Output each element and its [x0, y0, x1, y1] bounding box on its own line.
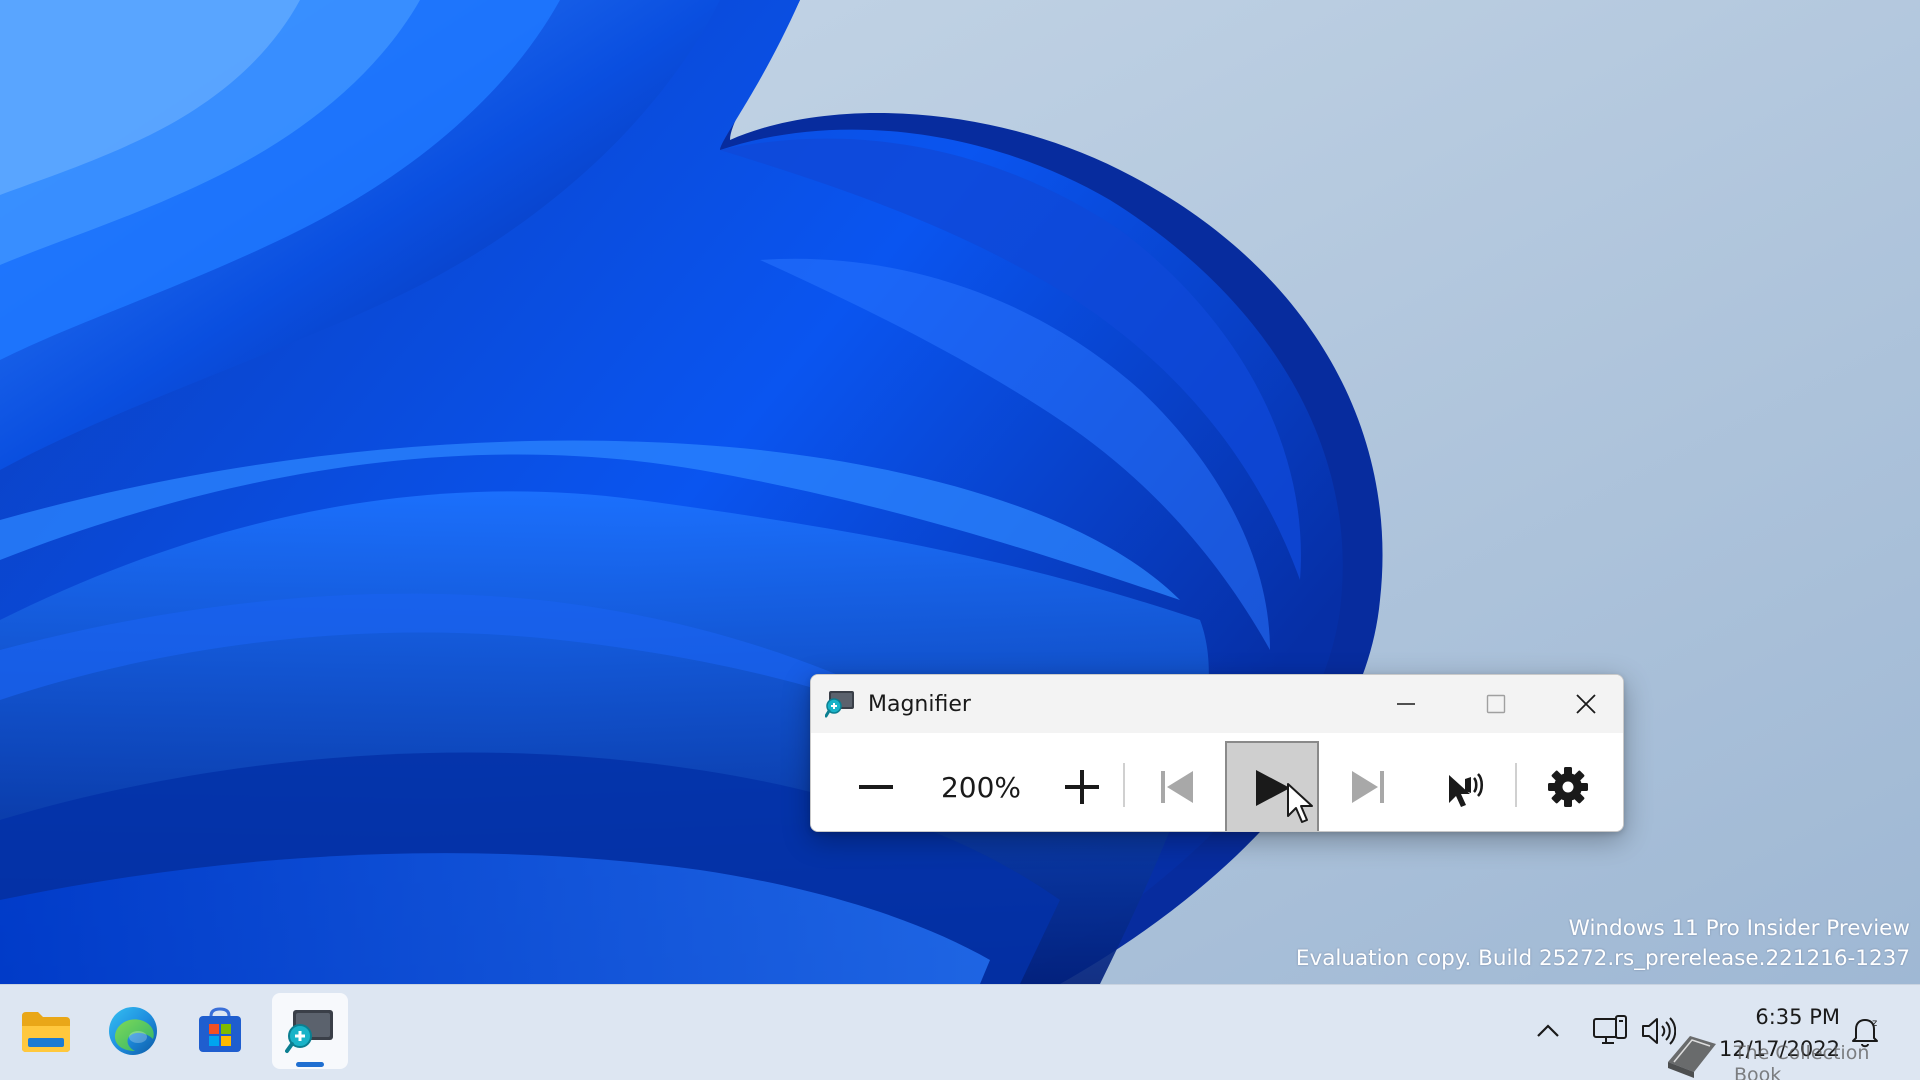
maximize-button[interactable]	[1452, 675, 1540, 733]
clock-time: 6:35 PM	[1755, 1005, 1840, 1029]
minimize-icon	[1397, 703, 1415, 705]
magnifier-toolbar: 200%	[811, 733, 1623, 831]
magnifier-titlebar[interactable]: Magnifier	[811, 675, 1623, 733]
skip-forward-icon	[1352, 771, 1384, 803]
store-icon	[199, 1007, 241, 1052]
read-next-button[interactable]	[1321, 741, 1415, 831]
folder-icon	[22, 1012, 70, 1052]
taskbar-store[interactable]	[182, 993, 258, 1069]
maximize-icon	[1486, 694, 1506, 714]
zoom-in-button[interactable]	[1035, 741, 1129, 831]
taskbar-file-explorer[interactable]	[8, 993, 84, 1069]
mouse-pointer-icon	[1287, 783, 1313, 823]
network-button[interactable]	[1588, 1009, 1632, 1053]
close-button[interactable]	[1542, 675, 1623, 733]
show-hidden-icons-button[interactable]	[1526, 1009, 1570, 1053]
chevron-up-icon	[1537, 1024, 1559, 1037]
magnifier-window: Magnifier 200%	[810, 674, 1624, 832]
magnifier-app-icon	[824, 690, 855, 718]
settings-button[interactable]	[1521, 741, 1615, 831]
plus-icon	[1065, 770, 1099, 804]
pointer-speaker-icon	[1449, 773, 1484, 807]
skip-back-icon	[1161, 771, 1193, 803]
toolbar-separator	[1515, 763, 1517, 807]
read-previous-button[interactable]	[1130, 741, 1224, 831]
build-watermark: Windows 11 Pro Insider Preview Evaluatio…	[1296, 914, 1910, 974]
minus-icon	[859, 785, 893, 789]
edge-icon	[109, 1007, 157, 1055]
network-icon	[1593, 1015, 1627, 1044]
taskbar: 6:35 PM 12/17/2022 z	[0, 984, 1920, 1080]
active-app-indicator	[296, 1062, 324, 1067]
desktop-wallpaper	[0, 0, 1920, 984]
watermark-edition: Windows 11 Pro Insider Preview	[1568, 916, 1910, 941]
watermark-build: Evaluation copy. Build 25272.rs_prerelea…	[1295, 946, 1910, 971]
minimize-button[interactable]	[1362, 675, 1450, 733]
magnifier-icon	[285, 1010, 333, 1053]
zoom-out-button[interactable]	[829, 741, 923, 831]
zoom-level: 200%	[940, 770, 1022, 804]
read-from-here-button[interactable]	[1418, 741, 1512, 831]
toolbar-separator	[1123, 763, 1125, 807]
taskbar-magnifier[interactable]	[272, 993, 348, 1069]
overlay-watermark-text: The Collection Book	[1734, 1042, 1870, 1080]
book-logo-icon	[1668, 1036, 1716, 1078]
svg-text:z: z	[1872, 1018, 1877, 1029]
taskbar-edge[interactable]	[95, 993, 171, 1069]
close-icon	[1576, 694, 1596, 714]
window-title: Magnifier	[868, 692, 971, 717]
gear-icon	[1548, 767, 1588, 807]
